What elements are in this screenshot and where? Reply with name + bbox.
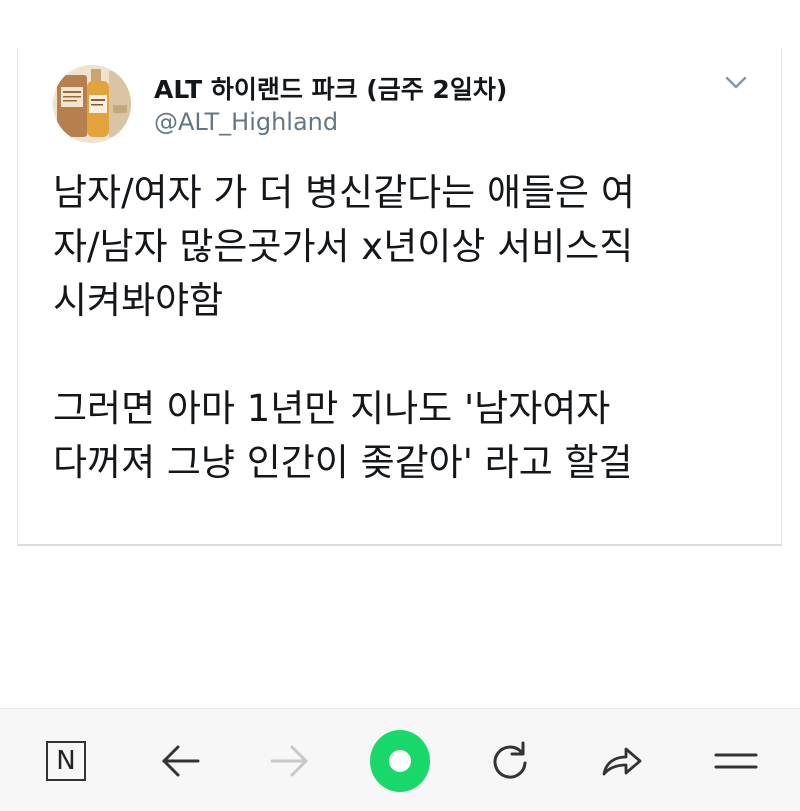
tweet-paragraph-1: 남자/여자 가 더 병신같다는 애들은 여 자/남자 많은곳가서 x년이상 서비…: [53, 171, 635, 322]
green-dot-button[interactable]: [370, 730, 430, 792]
green-dot-icon: [370, 730, 430, 792]
tweet-paragraph-2: 그러면 아마 1년만 지나도 '남자여자 다꺼져 그냥 인간이 좆같아' 라고 …: [53, 387, 633, 484]
refresh-button[interactable]: [480, 731, 540, 791]
green-dot-inner: [389, 750, 411, 772]
back-button[interactable]: [150, 731, 210, 791]
naver-home-icon: N: [46, 741, 86, 781]
menu-icon: [714, 753, 758, 769]
user-handle[interactable]: @ALT_Highland: [154, 108, 338, 136]
avatar[interactable]: [53, 65, 131, 143]
menu-button[interactable]: [706, 731, 766, 791]
display-name[interactable]: ALT 하이랜드 파크 (금주 2일차): [154, 70, 507, 106]
browser-toolbar: N: [0, 708, 800, 811]
refresh-icon: [493, 741, 527, 779]
screen: ALT 하이랜드 파크 (금주 2일차) @ALT_Highland 남자/여자…: [0, 0, 800, 811]
back-arrow-icon: [162, 745, 200, 777]
chevron-down-icon[interactable]: [722, 70, 750, 94]
avatar-whisky-bottle-image: [53, 65, 131, 143]
tweet-card: ALT 하이랜드 파크 (금주 2일차) @ALT_Highland 남자/여자…: [17, 48, 782, 546]
forward-arrow-icon: [270, 745, 308, 777]
share-button[interactable]: [592, 731, 652, 791]
tweet-text: 남자/여자 가 더 병신같다는 애들은 여 자/남자 많은곳가서 x년이상 서비…: [53, 166, 768, 490]
share-icon: [602, 747, 642, 776]
forward-button[interactable]: [260, 731, 320, 791]
naver-home-button[interactable]: N: [36, 731, 96, 791]
